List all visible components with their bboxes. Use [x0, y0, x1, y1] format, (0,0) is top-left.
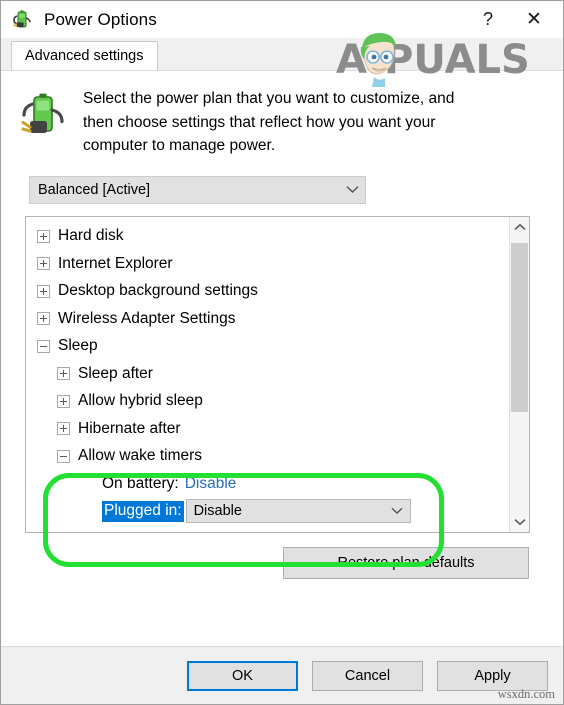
expander-minus-icon[interactable] — [37, 339, 50, 353]
setting-plugged-in[interactable]: Plugged in: Disable — [26, 498, 509, 526]
tree-node-hibernate-after[interactable]: Hibernate after — [26, 415, 509, 443]
battery-plug-icon — [21, 91, 73, 147]
ok-button[interactable]: OK — [187, 660, 298, 691]
expander-plus-icon[interactable] — [37, 284, 50, 298]
restore-row: Restore plan defaults — [1, 533, 563, 579]
tree-node-label: Wireless Adapter Settings — [58, 309, 236, 327]
expander-plus-icon[interactable] — [57, 422, 70, 436]
restore-plan-defaults-button[interactable]: Restore plan defaults — [283, 546, 529, 579]
tree-node-allow-hybrid-sleep[interactable]: Allow hybrid sleep — [26, 388, 509, 416]
intro-block: Select the power plan that you want to c… — [1, 71, 563, 158]
tree-node-hard-disk[interactable]: Hard disk — [26, 223, 509, 251]
tree-node-sleep-after[interactable]: Sleep after — [26, 360, 509, 388]
tree-node-wireless-adapter-settings[interactable]: Wireless Adapter Settings — [26, 305, 509, 333]
tree-node-label: Desktop background settings — [58, 282, 258, 300]
setting-label-on-battery: On battery: — [102, 474, 179, 492]
setting-value-on-battery[interactable]: Disable — [185, 475, 237, 493]
tree-node-label: Allow hybrid sleep — [78, 392, 203, 410]
tree-node-label: Sleep — [58, 337, 98, 355]
expander-minus-icon[interactable] — [57, 449, 70, 463]
title-bar: Power Options ? ✕ — [1, 1, 563, 38]
tab-strip: Advanced settings — [1, 38, 563, 70]
tree-node-label: Allow wake timers — [78, 447, 203, 465]
setting-label-plugged-in: Plugged in: — [102, 500, 184, 522]
scroll-down-button[interactable] — [510, 512, 529, 532]
expander-plus-icon[interactable] — [37, 257, 50, 271]
scrollbar-thumb[interactable] — [511, 242, 528, 412]
power-options-window: Power Options ? ✕ Advanced settings Sele… — [0, 0, 564, 705]
power-plug-battery-icon — [12, 9, 34, 31]
expander-plus-icon[interactable] — [37, 312, 50, 326]
setting-on-battery[interactable]: On battery: Disable — [26, 470, 509, 498]
tree-node-label: Hibernate after — [78, 419, 181, 437]
tree-node-desktop-background-settings[interactable]: Desktop background settings — [26, 278, 509, 306]
site-watermark: wsxdn.com — [497, 687, 555, 701]
cancel-button[interactable]: Cancel — [312, 660, 423, 691]
tab-advanced-settings[interactable]: Advanced settings — [11, 41, 158, 70]
tree-node-internet-explorer[interactable]: Internet Explorer — [26, 250, 509, 278]
expander-plus-icon[interactable] — [37, 229, 50, 243]
settings-tree: Hard disk Internet Explorer Desktop back… — [26, 217, 509, 532]
plugged-in-select[interactable]: Disable — [185, 499, 411, 524]
expander-plus-icon[interactable] — [57, 367, 70, 381]
close-button[interactable]: ✕ — [511, 2, 557, 38]
advanced-settings-listbox-wrap: Hard disk Internet Explorer Desktop back… — [1, 204, 563, 533]
apply-button[interactable]: Apply — [437, 660, 548, 691]
settings-panel: Select the power plan that you want to c… — [1, 70, 563, 646]
power-plan-select[interactable]: Balanced [Active] — [29, 175, 366, 204]
tree-node-sleep[interactable]: Sleep — [26, 333, 509, 361]
window-title: Power Options — [44, 9, 157, 29]
vertical-scrollbar[interactable] — [509, 216, 529, 532]
expander-plus-icon[interactable] — [57, 394, 70, 408]
plugged-in-value: Disable — [193, 503, 242, 520]
scroll-up-button[interactable] — [510, 217, 529, 237]
intro-text: Select the power plan that you want to c… — [83, 90, 455, 155]
tree-node-label: Hard disk — [58, 227, 124, 245]
tree-node-allow-wake-timers[interactable]: Allow wake timers — [26, 443, 509, 471]
chevron-down-icon — [339, 185, 365, 194]
tree-node-label: Internet Explorer — [58, 254, 173, 272]
chevron-down-icon — [384, 507, 410, 515]
power-plan-value: Balanced [Active] — [38, 181, 151, 198]
help-button[interactable]: ? — [465, 2, 511, 38]
dialog-footer: OK Cancel Apply wsxdn.com — [1, 646, 563, 704]
plan-selector-row: Balanced [Active] — [1, 158, 563, 204]
advanced-settings-listbox[interactable]: Hard disk Internet Explorer Desktop back… — [25, 215, 530, 533]
tree-node-label: Sleep after — [78, 364, 153, 382]
